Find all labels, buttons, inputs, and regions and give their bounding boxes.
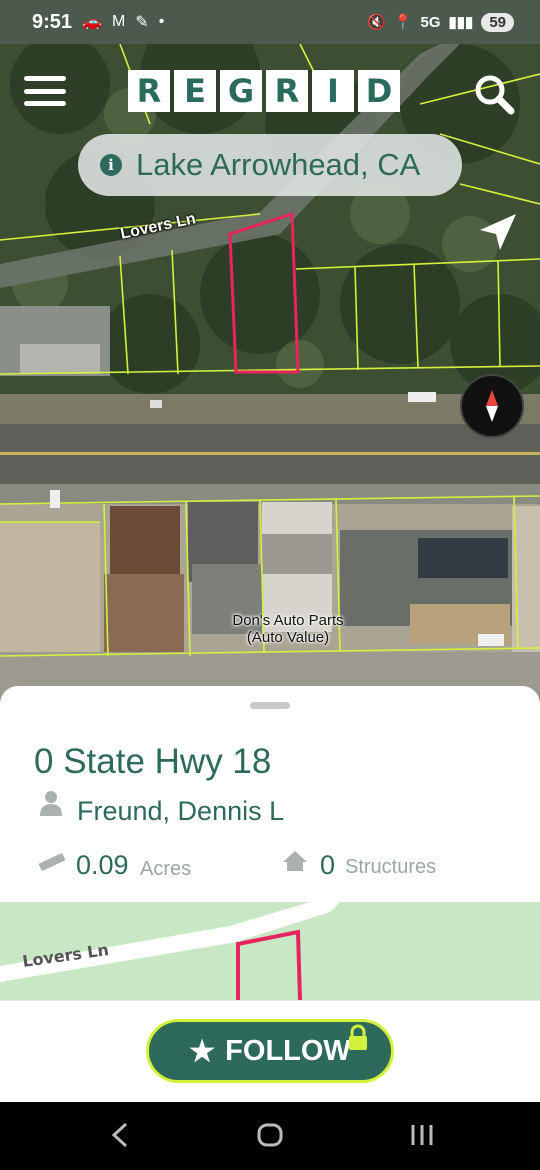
logo-letter: R (128, 70, 170, 112)
search-icon (475, 75, 515, 115)
house-icon (283, 851, 307, 871)
mute-icon: 🔇 (367, 14, 386, 31)
structures-value: 0 (320, 850, 336, 880)
follow-label: FOLLOW (225, 1034, 351, 1067)
logo-letter: I (312, 70, 354, 112)
status-bar: 9:51 🚗 M ✎ • 🔇 📍 5G ▮▮▮ 59 (0, 0, 540, 44)
sheet-drag-handle[interactable] (250, 702, 290, 709)
follow-area: ★ FOLLOW (0, 1000, 540, 1103)
car-icon: 🚗 (82, 14, 102, 31)
logo-letter: E (174, 70, 216, 112)
status-time: 9:51 (32, 10, 73, 33)
star-icon: ★ (189, 1035, 216, 1068)
person-icon (40, 791, 62, 816)
menu-button[interactable] (24, 76, 66, 106)
logo-letter: D (358, 70, 400, 112)
acres-value: 0.09 (76, 850, 129, 880)
logo-letter: G (220, 70, 262, 112)
back-icon[interactable] (108, 1120, 132, 1150)
logo-letter: R (266, 70, 308, 112)
location-icon: 📍 (393, 14, 413, 31)
info-icon: i (100, 154, 122, 176)
poi-subtitle: (Auto Value) (246, 629, 330, 646)
parcel-sheet[interactable]: 0 State Hwy 18 Freund, Dennis L 0.09 Acr… (0, 686, 540, 1170)
gmail-icon: M (111, 13, 126, 30)
compass-button[interactable] (460, 374, 524, 438)
acres-label: Acres (140, 858, 192, 880)
search-button[interactable] (472, 72, 516, 116)
mini-map[interactable]: Lovers Ln (0, 902, 540, 1000)
navigation-arrow-icon (480, 214, 516, 250)
parcel-address: 0 State Hwy 18 (34, 742, 272, 781)
my-location-button[interactable] (478, 212, 518, 257)
lock-icon (349, 1024, 367, 1050)
parcel-owner: Freund, Dennis L (77, 796, 285, 826)
poi-name: Don's Auto Parts (232, 612, 344, 629)
location-name: Lake Arrowhead, CA (136, 147, 421, 182)
network-label: 5G (420, 13, 441, 31)
structures-label: Structures (345, 856, 437, 878)
regrid-logo: R E G R I D (128, 70, 400, 112)
recents-icon[interactable] (408, 1120, 436, 1150)
pen-icon: ✎ (135, 14, 149, 31)
menu-icon (24, 76, 66, 81)
signal-icon: ▮▮▮ (448, 14, 474, 31)
poi-label[interactable]: Don's Auto Parts (Auto Value) (218, 612, 358, 646)
system-nav-bar (0, 1102, 540, 1170)
home-icon[interactable] (256, 1120, 284, 1150)
compass-icon (486, 390, 498, 422)
battery-level: 59 (481, 12, 514, 32)
location-pill[interactable]: i Lake Arrowhead, CA (78, 134, 462, 196)
ruler-icon (38, 852, 66, 872)
dot-icon: • (158, 13, 165, 30)
follow-button[interactable]: ★ FOLLOW (146, 1019, 394, 1083)
